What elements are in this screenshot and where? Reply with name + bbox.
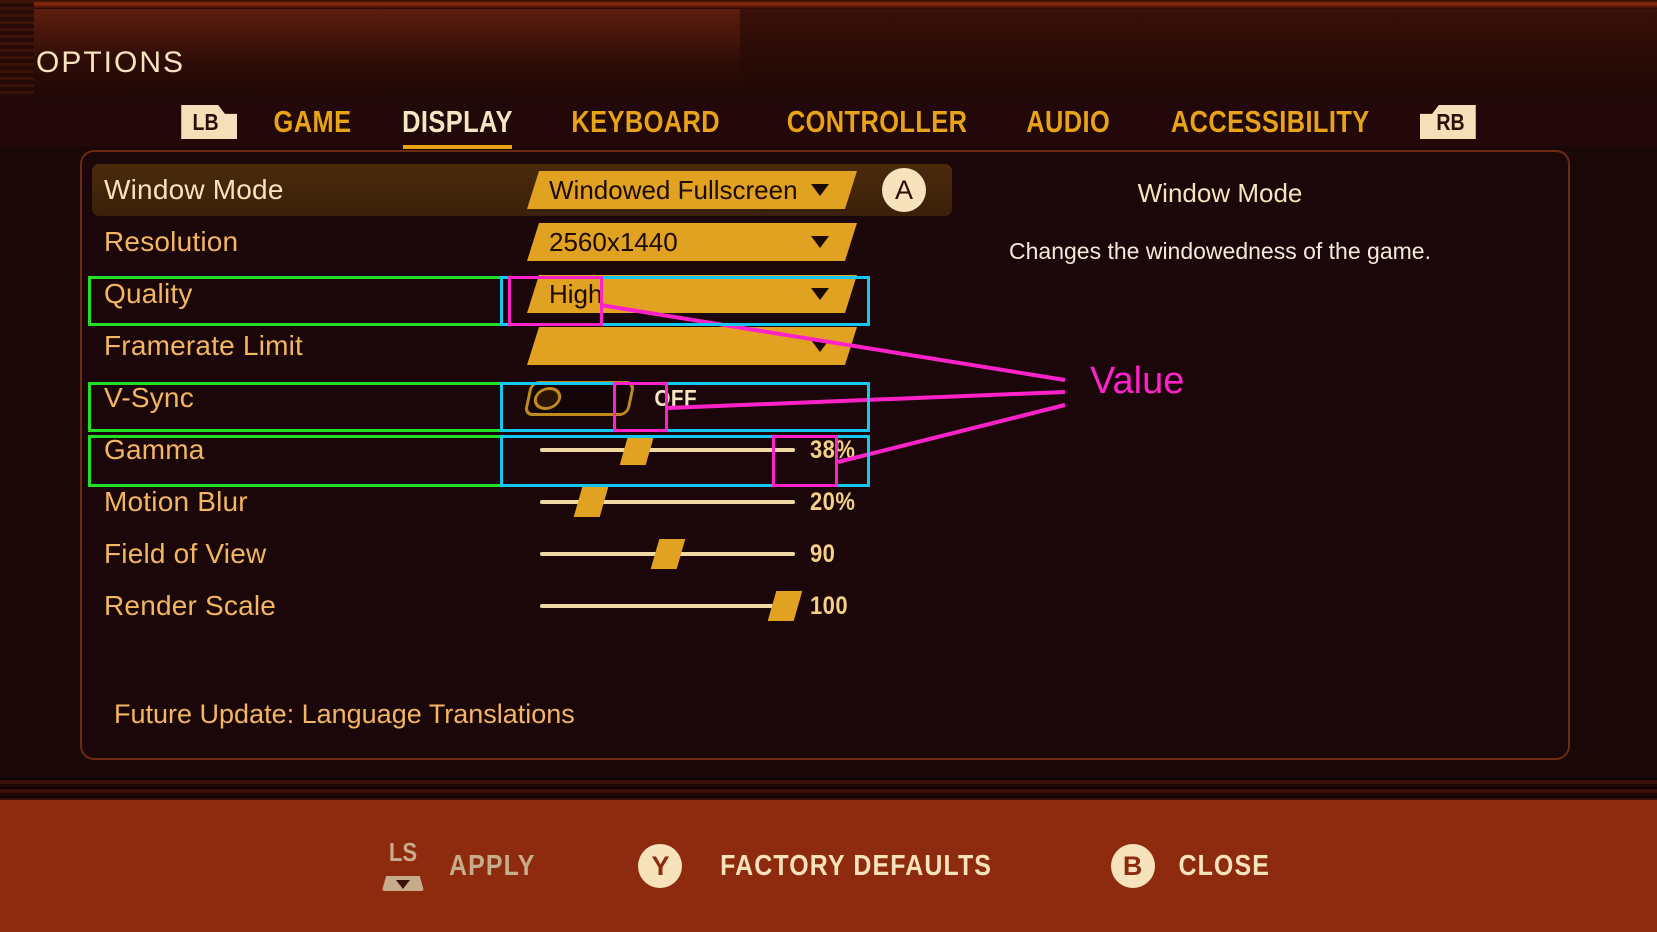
setting-row-motion-blur[interactable]: Motion Blur 20%: [92, 476, 952, 528]
slider-knob[interactable]: [767, 591, 803, 621]
setting-label: Resolution: [104, 226, 239, 257]
setting-row-vsync[interactable]: V-Sync OFF: [92, 372, 952, 424]
setting-row-window-mode[interactable]: Window Mode Windowed Fullscreen A: [92, 164, 952, 216]
slider-knob[interactable]: [650, 539, 685, 569]
close-action[interactable]: B CLOSE: [1110, 844, 1277, 888]
bottom-actions: LS APPLY Y FACTORY DEFAULTS B CLOSE: [0, 800, 1657, 932]
left-stick-icon: LS: [380, 837, 426, 891]
setting-label: Motion Blur: [104, 486, 248, 517]
setting-label: Quality: [104, 278, 193, 309]
bottom-separator: [0, 778, 1657, 800]
slider-knob[interactable]: [619, 435, 655, 465]
a-button-icon[interactable]: A: [882, 168, 926, 212]
chevron-down-icon: [811, 184, 829, 196]
apply-action[interactable]: LS APPLY: [380, 837, 543, 891]
chevron-down-icon: [811, 236, 829, 248]
tab-keyboard[interactable]: KEYBOARD: [570, 104, 722, 140]
annotation-value-label: Value: [1090, 360, 1185, 402]
setting-label: Render Scale: [104, 590, 277, 621]
left-stick-arrow: [395, 880, 410, 889]
b-button-icon[interactable]: B: [1110, 844, 1155, 888]
setting-label: Field of View: [104, 538, 267, 569]
setting-row-render-scale[interactable]: Render Scale 100: [92, 580, 952, 632]
tab-audio[interactable]: AUDIO: [1024, 104, 1111, 140]
slider-track: [540, 448, 795, 452]
tab-controller[interactable]: CONTROLLER: [785, 104, 969, 140]
motion-blur-value: 20%: [810, 487, 856, 516]
resolution-dropdown[interactable]: 2560x1440: [527, 223, 857, 261]
info-panel-description: Changes the windowedness of the game.: [1009, 238, 1431, 264]
gamma-value: 38%: [810, 435, 856, 464]
setting-row-gamma[interactable]: Gamma 38%: [92, 424, 952, 476]
setting-row-resolution[interactable]: Resolution 2560x1440: [92, 216, 952, 268]
field-of-view-slider[interactable]: [540, 536, 795, 572]
dropdown-value: High: [549, 278, 603, 309]
chevron-down-icon: [811, 340, 829, 352]
y-button-icon[interactable]: Y: [638, 844, 683, 888]
rb-bumper-icon[interactable]: RB: [1419, 105, 1476, 139]
left-stick-label: LS: [388, 837, 418, 867]
setting-label: Window Mode: [104, 174, 284, 205]
future-update-note: Future Update: Language Translations: [114, 699, 575, 729]
setting-row-field-of-view[interactable]: Field of View 90: [92, 528, 952, 580]
vsync-value: OFF: [654, 384, 698, 411]
tab-display[interactable]: DISPLAY: [401, 104, 515, 149]
page-title: OPTIONS: [36, 46, 186, 79]
top-accent-strip: [0, 0, 1657, 9]
render-scale-value: 100: [810, 591, 849, 620]
dropdown-value: Windowed Fullscreen: [549, 174, 798, 205]
window-mode-dropdown[interactable]: Windowed Fullscreen: [527, 171, 857, 209]
setting-row-framerate-limit[interactable]: Framerate Limit: [92, 320, 952, 372]
vsync-toggle[interactable]: [523, 380, 636, 416]
factory-defaults-action[interactable]: Y FACTORY DEFAULTS: [638, 844, 1014, 888]
motion-blur-slider[interactable]: [540, 484, 795, 520]
dropdown-value: 2560x1440: [549, 226, 678, 257]
apply-label: APPLY: [448, 849, 536, 882]
options-screen: OPTIONS LB GAME DISPLAY KEYBOARD CONTROL…: [0, 0, 1657, 932]
setting-label: Framerate Limit: [104, 330, 304, 361]
factory-defaults-label: FACTORY DEFAULTS: [720, 849, 993, 882]
rb-bumper-label: RB: [1436, 108, 1465, 135]
tab-game[interactable]: GAME: [272, 104, 353, 140]
slider-track: [540, 604, 795, 608]
slider-knob[interactable]: [573, 487, 609, 517]
toggle-knob: [531, 386, 564, 410]
tab-bar: LB GAME DISPLAY KEYBOARD CONTROLLER AUDI…: [0, 97, 1657, 149]
tab-accessibility[interactable]: ACCESSIBILITY: [1169, 104, 1371, 140]
settings-list: Window Mode Windowed Fullscreen A Resolu…: [92, 164, 952, 729]
chevron-down-icon: [811, 288, 829, 300]
setting-label: V-Sync: [104, 382, 194, 413]
setting-row-quality[interactable]: Quality High: [92, 268, 952, 320]
setting-label: Gamma: [104, 434, 205, 465]
info-panel-title: Window Mode: [1137, 178, 1303, 208]
field-of-view-value: 90: [810, 539, 836, 568]
lb-bumper-icon[interactable]: LB: [181, 105, 238, 139]
gamma-slider[interactable]: [540, 432, 795, 468]
lb-bumper-label: LB: [192, 108, 219, 135]
render-scale-slider[interactable]: [540, 588, 803, 624]
close-label: CLOSE: [1178, 849, 1270, 882]
quality-dropdown[interactable]: High: [527, 275, 857, 313]
framerate-limit-dropdown[interactable]: [527, 327, 857, 365]
